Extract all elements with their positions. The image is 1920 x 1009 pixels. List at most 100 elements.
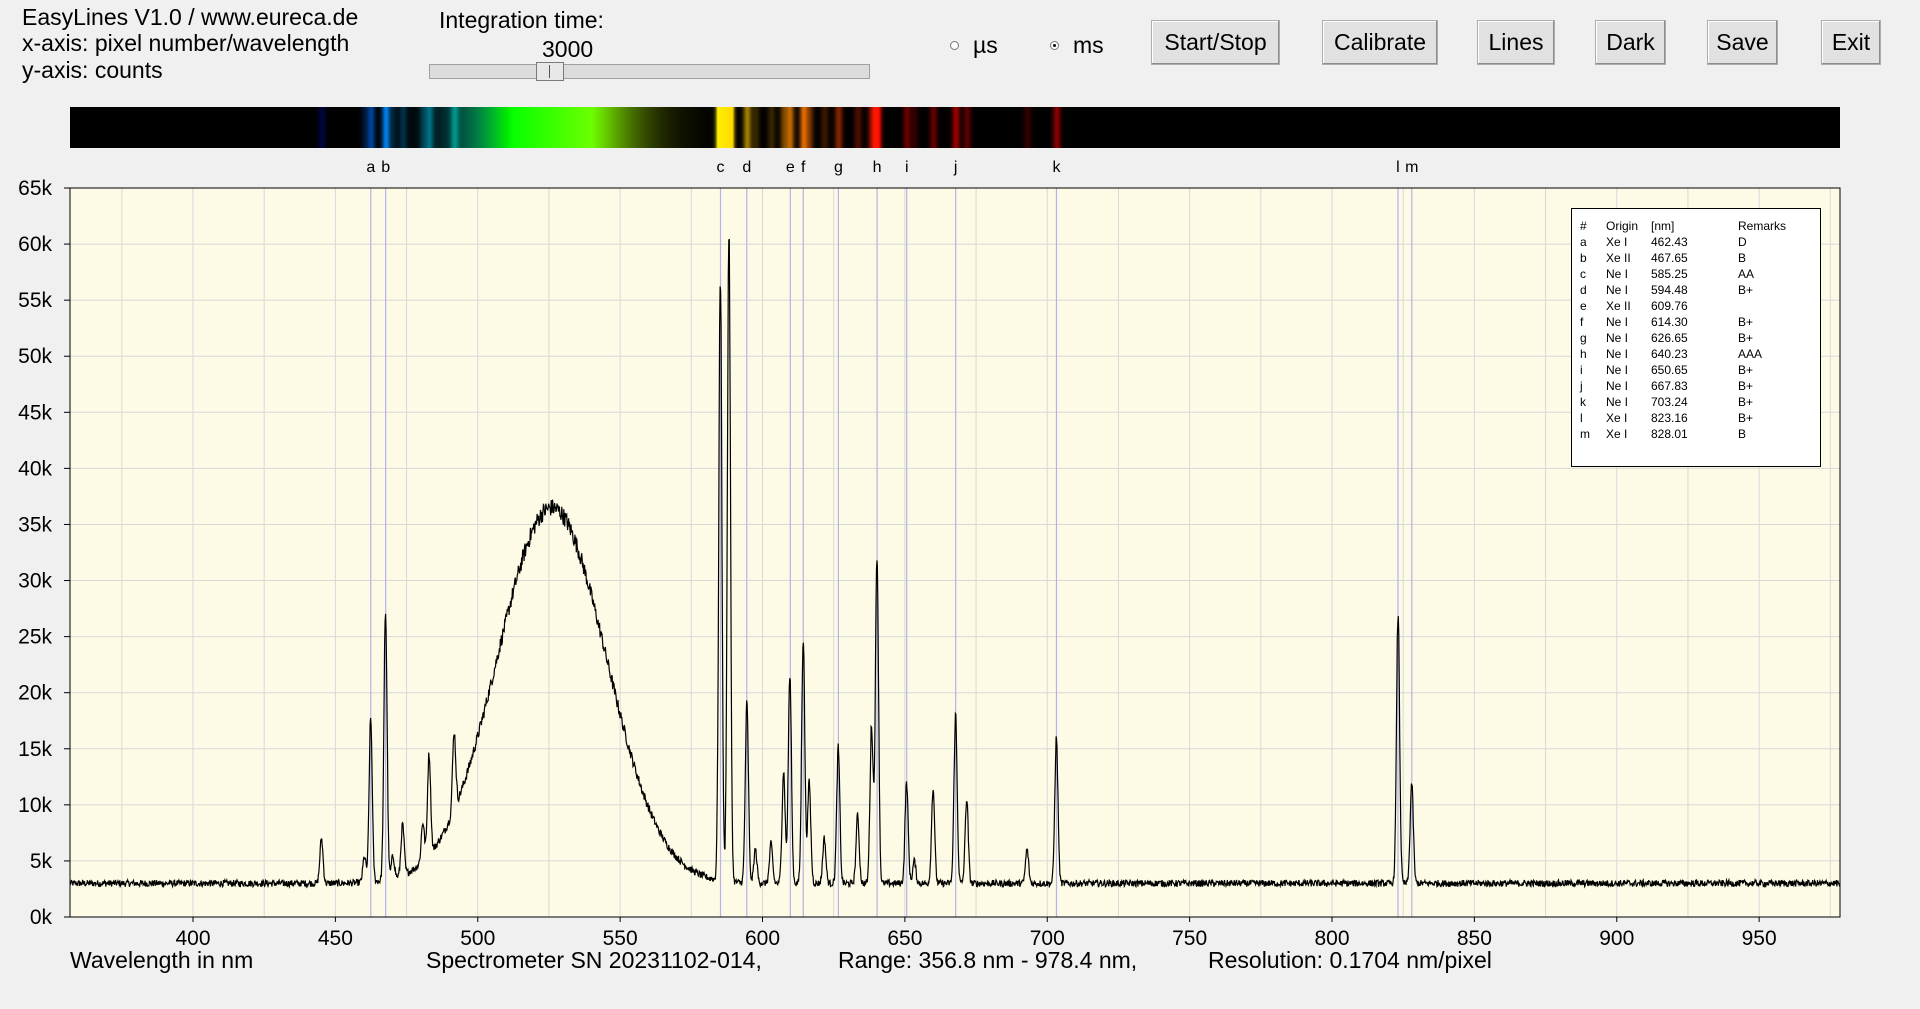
y-tick-label: 45k	[18, 401, 52, 424]
legend-cell-remarks: B+	[1738, 283, 1754, 297]
legend-cell-remarks: B+	[1738, 331, 1754, 345]
line-identification-table: # Origin [nm] Remarks a Xe I 462.43 Db Xe II…	[1571, 208, 1821, 467]
y-tick-label: 5k	[30, 850, 53, 873]
line-marker-label: m	[1405, 159, 1418, 176]
legend-cell-remarks: B+	[1738, 315, 1754, 329]
line-marker-label: j	[953, 159, 958, 176]
y-tick-label: 0k	[30, 906, 53, 929]
legend-cell-remarks: B+	[1738, 379, 1754, 393]
legend-cell-nm: 650.65	[1651, 363, 1688, 377]
legend-cell-id: j	[1580, 379, 1583, 393]
x-tick-labels: 400 450 500 550 600 650 700 750 800 850 900 950	[175, 917, 1777, 950]
legend-row: l Xe I 823.16 B+	[1572, 411, 1820, 427]
radio-us-label: µs	[973, 32, 998, 58]
integration-time-slider-thumb[interactable]	[536, 62, 565, 81]
line-marker-label: f	[801, 159, 806, 176]
legend-row: g Ne I 626.65 B+	[1572, 331, 1820, 347]
legend-cell-origin: Xe I	[1606, 411, 1628, 425]
spectrometer-serial: Spectrometer SN 20231102-014,	[426, 947, 762, 973]
y-tick-label: 30k	[18, 570, 52, 593]
legend-cell-id: b	[1580, 251, 1587, 265]
x-tick-label: 900	[1599, 927, 1634, 950]
legend-header-id: #	[1580, 219, 1587, 233]
legend-cell-id: m	[1580, 427, 1590, 441]
legend-cell-origin: Ne I	[1606, 331, 1629, 345]
x-tick-label: 950	[1742, 927, 1777, 950]
y-tick-label: 10k	[18, 794, 52, 817]
legend-header-nm: [nm]	[1651, 219, 1675, 233]
legend-row: c Ne I 585.25 AA	[1572, 267, 1820, 283]
legend-cell-origin: Ne I	[1606, 267, 1629, 281]
legend-cell-origin: Ne I	[1606, 283, 1629, 297]
calibrate-button[interactable]: Calibrate	[1322, 20, 1438, 65]
resolution-info: Resolution: 0.1704 nm/pixel	[1208, 947, 1492, 973]
legend-cell-nm: 640.23	[1651, 347, 1688, 361]
legend-row: k Ne I 703.24 B+	[1572, 395, 1820, 411]
radio-ms-indicator[interactable]	[1050, 41, 1059, 50]
unit-radio-us[interactable]: µs	[950, 32, 998, 59]
legend-cell-id: d	[1580, 283, 1587, 297]
legend-cell-nm: 614.30	[1651, 315, 1688, 329]
unit-radio-ms[interactable]: ms	[1050, 32, 1104, 59]
line-marker-label: k	[1052, 159, 1061, 176]
x-tick-label: 750	[1172, 927, 1207, 950]
line-marker-label: i	[905, 159, 909, 176]
y-tick-label: 60k	[18, 233, 52, 256]
y-tick-label: 20k	[18, 682, 52, 705]
legend-row: d Ne I 594.48 B+	[1572, 283, 1820, 299]
legend-cell-origin: Ne I	[1606, 315, 1629, 329]
legend-cell-origin: Ne I	[1606, 347, 1629, 361]
legend-cell-id: k	[1580, 395, 1586, 409]
legend-cell-nm: 467.65	[1651, 251, 1688, 265]
legend-cell-remarks: D	[1738, 235, 1747, 249]
wavelength-range: Range: 356.8 nm - 978.4 nm,	[838, 947, 1138, 973]
x-axis-label: Wavelength in nm	[70, 947, 254, 973]
legend-row: h Ne I 640.23 AAA	[1572, 347, 1820, 363]
line-marker-label: b	[381, 159, 390, 176]
legend-cell-remarks: B+	[1738, 363, 1754, 377]
line-marker-label: g	[834, 159, 843, 176]
y-tick-label: 65k	[18, 177, 52, 200]
line-marker-label: c	[717, 159, 725, 176]
legend-row: a Xe I 462.43 D	[1572, 235, 1820, 251]
exit-button[interactable]: Exit	[1821, 20, 1881, 65]
legend-row: b Xe II 467.65 B	[1572, 251, 1820, 267]
radio-us-indicator[interactable]	[950, 41, 959, 50]
legend-row: j Ne I 667.83 B+	[1572, 379, 1820, 395]
y-tick-label: 55k	[18, 289, 52, 312]
lines-button[interactable]: Lines	[1477, 20, 1555, 65]
start-stop-button[interactable]: Start/Stop	[1151, 20, 1280, 65]
legend-row: f Ne I 614.30 B+	[1572, 315, 1820, 331]
legend-cell-remarks: B	[1738, 251, 1747, 265]
line-marker-label: l	[1396, 159, 1400, 176]
line-marker-label: d	[742, 159, 751, 176]
legend-cell-id: e	[1580, 299, 1587, 313]
x-tick-label: 450	[318, 927, 353, 950]
y-tick-label: 35k	[18, 513, 52, 536]
integration-time-slider-track[interactable]	[429, 64, 870, 79]
save-button[interactable]: Save	[1707, 20, 1778, 65]
legend-row: e Xe II 609.76	[1572, 299, 1820, 315]
legend-cell-id: g	[1580, 331, 1587, 345]
legend-cell-remarks: B+	[1738, 395, 1754, 409]
legend-cell-id: a	[1580, 235, 1587, 249]
integration-time-label: Integration time:	[439, 7, 604, 33]
legend-cell-id: h	[1580, 347, 1587, 361]
legend-cell-id: l	[1580, 411, 1583, 425]
legend-cell-nm: 703.24	[1651, 395, 1688, 409]
legend-cell-origin: Ne I	[1606, 363, 1629, 377]
legend-cell-remarks: AAA	[1738, 347, 1763, 361]
y-tick-label: 50k	[18, 345, 52, 368]
legend-row: i Ne I 650.65 B+	[1572, 363, 1820, 379]
dark-button[interactable]: Dark	[1595, 20, 1666, 65]
legend-cell-id: c	[1580, 267, 1586, 281]
y-tick-labels: 0k 5k 10k 15k 20k 25k 30k 35k 40k 45k 50k 55k 60k 65k	[18, 177, 70, 929]
legend-cell-origin: Xe II	[1606, 251, 1631, 265]
legend-cell-origin: Ne I	[1606, 379, 1629, 393]
line-marker-label: e	[786, 159, 795, 176]
legend-cell-origin: Ne I	[1606, 395, 1629, 409]
legend-cell-nm: 585.25	[1651, 267, 1688, 281]
integration-time-value: 3000	[542, 36, 594, 62]
legend-cell-remarks: AA	[1738, 267, 1755, 281]
legend-cell-origin: Xe I	[1606, 235, 1628, 249]
